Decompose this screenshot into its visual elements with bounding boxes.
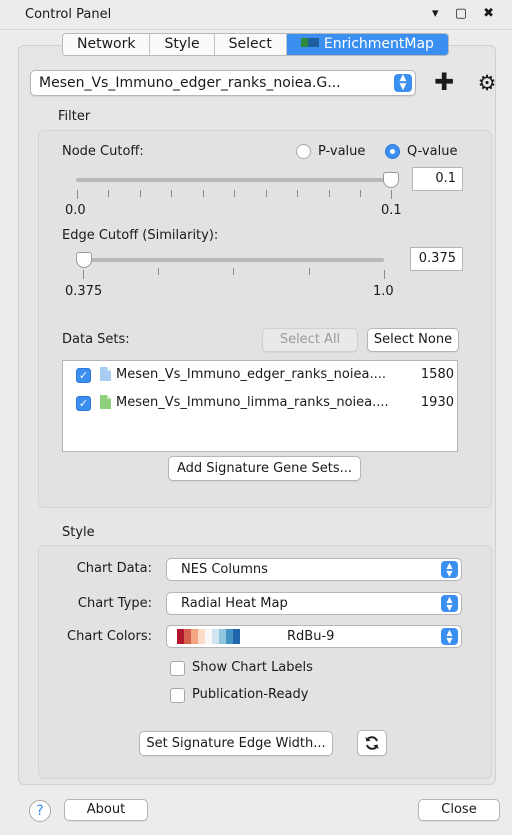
palette-color-5	[212, 629, 219, 644]
palette-color-8	[233, 629, 240, 644]
chart-type-value: Radial Heat Map	[181, 596, 288, 611]
tab-bar: Network Style Select EnrichmentMap	[62, 33, 449, 56]
slider-tick	[329, 190, 330, 197]
slider-tick	[77, 190, 78, 199]
dataset-2-checkbox[interactable]: ✓	[76, 396, 91, 411]
publication-ready-label: Publication-Ready	[192, 687, 309, 702]
slider-tick	[140, 190, 141, 197]
palette-color-6	[219, 629, 226, 644]
plus-icon[interactable]: ✚	[433, 70, 455, 94]
about-button[interactable]: About	[64, 799, 148, 821]
node-cutoff-slider-track[interactable]	[76, 178, 391, 182]
tab-network[interactable]: Network	[63, 34, 151, 55]
node-cutoff-label: Node Cutoff:	[62, 144, 144, 159]
data-sets-label: Data Sets:	[62, 332, 130, 347]
window-controls[interactable]: ▾ ▢ ✖	[432, 6, 500, 21]
palette-color-4	[205, 629, 212, 644]
network-select-value: Mesen_Vs_Immuno_edger_ranks_noiea.G...	[39, 75, 341, 91]
palette-color-7	[226, 629, 233, 644]
chevron-updown-icon: ▲ ▼	[441, 628, 458, 645]
close-button[interactable]: Close	[418, 799, 500, 821]
slider-tick	[233, 268, 234, 275]
edge-cutoff-max-label: 1.0	[373, 284, 394, 299]
chart-data-select[interactable]: NES Columns ▲ ▼	[166, 558, 462, 581]
network-select[interactable]: Mesen_Vs_Immuno_edger_ranks_noiea.G... ▲…	[30, 70, 416, 96]
set-signature-edge-width-button[interactable]: Set Signature Edge Width...	[139, 731, 333, 756]
node-cutoff-slider-thumb[interactable]	[383, 172, 399, 188]
edge-cutoff-label: Edge Cutoff (Similarity):	[62, 228, 219, 243]
palette-color-3	[198, 629, 205, 644]
pvalue-label: P-value	[318, 144, 366, 159]
slider-tick	[266, 190, 267, 197]
slider-tick	[309, 268, 310, 275]
select-none-button[interactable]: Select None	[367, 328, 459, 352]
qvalue-label: Q-value	[407, 144, 458, 159]
slider-tick	[158, 268, 159, 275]
window-title: Control Panel	[25, 7, 112, 22]
pvalue-radio[interactable]	[296, 144, 311, 159]
document-icon	[100, 367, 111, 381]
chevron-updown-icon: ▲ ▼	[441, 595, 458, 612]
publication-ready-checkbox[interactable]	[170, 688, 185, 703]
chart-type-label: Chart Type:	[77, 596, 152, 611]
chart-type-select[interactable]: Radial Heat Map ▲ ▼	[166, 592, 462, 615]
chevron-updown-icon: ▲ ▼	[394, 74, 412, 92]
tab-style[interactable]: Style	[150, 34, 215, 55]
show-chart-labels-label: Show Chart Labels	[192, 660, 313, 675]
color-palette-swatch	[177, 629, 240, 644]
filter-section-label: Filter	[58, 109, 91, 124]
help-icon[interactable]: ?	[29, 800, 51, 822]
slider-tick	[203, 190, 204, 197]
chart-data-value: NES Columns	[181, 562, 268, 577]
node-cutoff-input[interactable]: 0.1	[412, 167, 463, 191]
chart-colors-label: Chart Colors:	[67, 629, 152, 644]
slider-tick	[384, 270, 385, 279]
palette-color-2	[191, 629, 198, 644]
chart-colors-select[interactable]: RdBu-9 ▲ ▼	[166, 625, 462, 648]
refresh-icon	[365, 736, 379, 750]
style-section-label: Style	[62, 525, 95, 540]
refresh-button[interactable]	[357, 730, 387, 756]
chart-data-label: Chart Data:	[76, 561, 152, 576]
dataset-1-count: 1580	[420, 367, 454, 382]
tab-select[interactable]: Select	[214, 34, 287, 55]
slider-tick	[360, 190, 361, 197]
document-icon	[100, 395, 111, 409]
slider-tick	[171, 190, 172, 197]
dataset-2-name: Mesen_Vs_Immuno_limma_ranks_noiea....	[116, 395, 389, 410]
edge-cutoff-min-label: 0.375	[65, 284, 103, 299]
slider-tick	[234, 190, 235, 197]
show-chart-labels-checkbox[interactable]	[170, 661, 185, 676]
dataset-1-name: Mesen_Vs_Immuno_edger_ranks_noiea....	[116, 367, 386, 382]
slider-tick	[83, 270, 84, 279]
node-cutoff-max-label: 0.1	[381, 203, 402, 218]
tab-enrichmentmap-label: EnrichmentMap	[323, 36, 434, 52]
gear-icon[interactable]: ⚙	[476, 72, 498, 94]
palette-color-0	[177, 629, 184, 644]
slider-tick	[391, 190, 392, 199]
slider-tick	[297, 190, 298, 197]
select-all-button[interactable]: Select All	[262, 328, 358, 352]
add-signature-gene-sets-button[interactable]: Add Signature Gene Sets...	[168, 456, 361, 481]
node-cutoff-min-label: 0.0	[65, 203, 86, 218]
dataset-1-checkbox[interactable]: ✓	[76, 368, 91, 383]
chart-colors-value: RdBu-9	[287, 629, 335, 644]
edge-cutoff-slider-track[interactable]	[76, 258, 384, 262]
palette-color-1	[184, 629, 191, 644]
dataset-2-count: 1930	[420, 395, 454, 410]
qvalue-radio[interactable]	[385, 144, 400, 159]
edge-cutoff-input[interactable]: 0.375	[410, 247, 463, 271]
edge-cutoff-slider-thumb[interactable]	[76, 252, 92, 268]
slider-tick	[108, 190, 109, 197]
chevron-updown-icon: ▲ ▼	[441, 561, 458, 578]
tab-enrichmentmap[interactable]: EnrichmentMap	[286, 34, 448, 55]
enrichmentmap-icon	[300, 38, 319, 47]
